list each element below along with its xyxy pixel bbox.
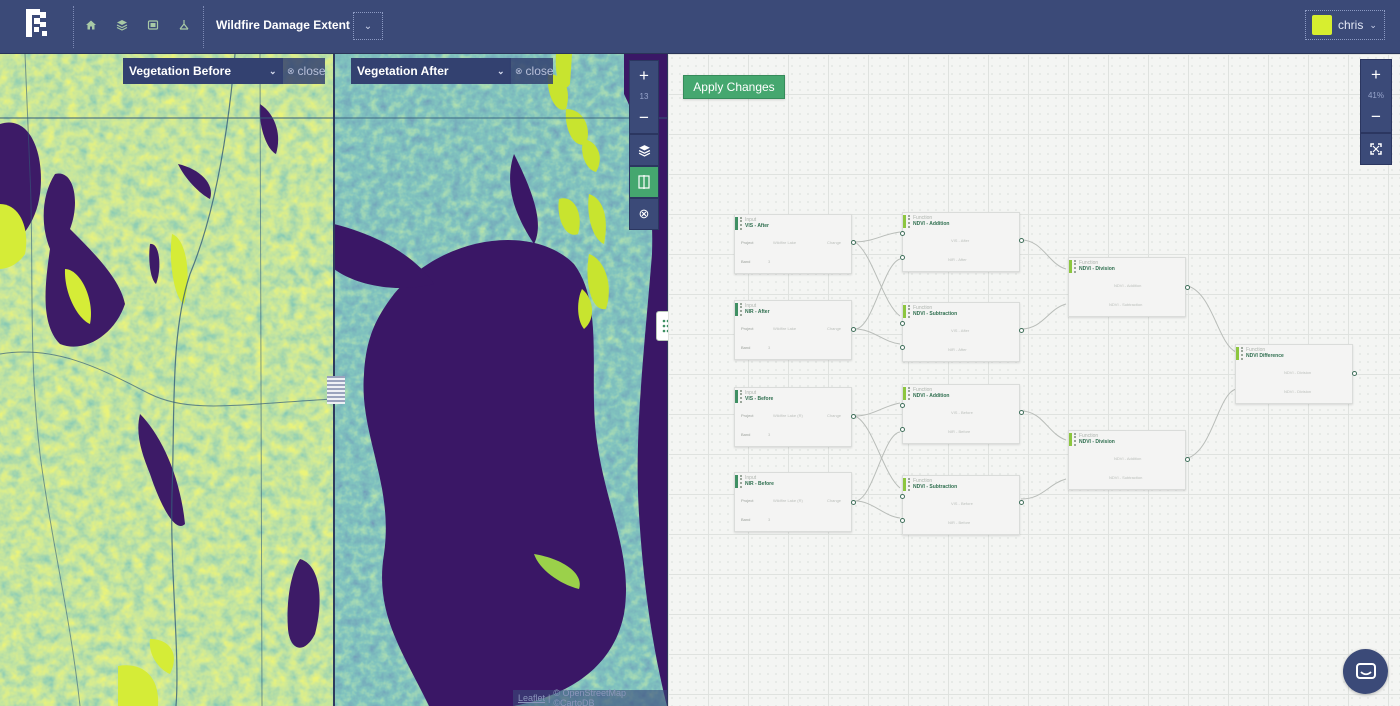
layer-select-after[interactable]: Vegetation After ⌄: [351, 58, 511, 84]
drag-handle-icon[interactable]: [908, 478, 910, 491]
input-port[interactable]: [900, 494, 905, 499]
plus-icon: +: [639, 66, 649, 85]
output-port[interactable]: [851, 500, 856, 505]
map-view[interactable]: Vegetation Before ⌄ ⊗ close Vegetation A…: [0, 54, 667, 706]
attribution-credit: © OpenStreetMap ©CartoDB: [553, 688, 627, 706]
chat-icon: [1355, 662, 1376, 679]
input-port[interactable]: [900, 518, 905, 523]
node-function[interactable]: Function NDVI - Subtraction VIS - Before…: [900, 475, 1024, 535]
lab-icon[interactable]: [175, 16, 193, 34]
zoom-in-button[interactable]: +: [630, 61, 658, 91]
output-port[interactable]: [851, 414, 856, 419]
close-label: close: [525, 64, 554, 78]
layer-select-label: Vegetation Before: [129, 64, 232, 78]
drag-handle-icon[interactable]: [740, 390, 742, 403]
node-input[interactable]: Input NIR - After Project Wildfire Lake …: [734, 300, 856, 360]
split-drag-handle[interactable]: [327, 376, 345, 404]
output-port[interactable]: [851, 327, 856, 332]
app-logo[interactable]: [26, 9, 52, 37]
output-port[interactable]: [1019, 238, 1024, 243]
output-port[interactable]: [1185, 457, 1190, 462]
node-function[interactable]: Function NDVI - Division NDVI - Addition…: [1068, 430, 1190, 490]
compare-mode-button[interactable]: [630, 167, 658, 197]
chevron-down-icon: ⌄: [363, 20, 373, 32]
project-menu-button[interactable]: ⌄: [353, 12, 383, 40]
map-controls: + 13 − ⊗: [629, 60, 659, 230]
input-port[interactable]: [900, 427, 905, 432]
close-circle-icon: ⊗: [287, 65, 295, 76]
user-name: chris: [1338, 18, 1364, 32]
drag-handle-icon[interactable]: [740, 475, 742, 488]
top-bar: Wildfire Damage Extent ⌄ chris ⌄: [0, 0, 1400, 54]
output-port[interactable]: [851, 240, 856, 245]
split-view-icon: [638, 175, 650, 189]
input-port[interactable]: [900, 255, 905, 260]
chevron-down-icon: ⌄: [1369, 19, 1377, 30]
divider: [203, 6, 204, 48]
node-input[interactable]: Input VIS - After Project Wildfire Lake …: [734, 214, 856, 274]
input-port[interactable]: [900, 345, 905, 350]
drag-handle-icon[interactable]: [1074, 433, 1076, 446]
drag-handle-icon[interactable]: [908, 387, 910, 400]
avatar: [1312, 15, 1332, 35]
close-layer-after-button[interactable]: ⊗ close: [509, 58, 554, 84]
leaflet-link[interactable]: Leaflet: [518, 693, 545, 703]
drag-handle-icon[interactable]: [740, 303, 742, 316]
node-function[interactable]: Function NDVI Difference NDVI - Division…: [1235, 344, 1357, 404]
layers-icon: [638, 144, 650, 157]
zoom-out-button[interactable]: −: [630, 103, 658, 133]
layers-button[interactable]: [630, 135, 658, 165]
output-port[interactable]: [1019, 410, 1024, 415]
drag-handle-icon[interactable]: [740, 217, 742, 230]
lab-canvas[interactable]: Apply Changes + 41% − Input VIS - After …: [668, 54, 1400, 706]
chevron-down-icon: ⌄: [497, 65, 505, 76]
input-port[interactable]: [900, 321, 905, 326]
chevron-down-icon: ⌄: [269, 65, 277, 76]
close-layer-before-button[interactable]: ⊗ close: [281, 58, 326, 84]
minus-icon: −: [639, 108, 649, 127]
output-port[interactable]: [1019, 328, 1024, 333]
layer-select-label: Vegetation After: [357, 64, 449, 78]
project-title: Wildfire Damage Extent: [216, 18, 350, 32]
node-function[interactable]: Function NDVI - Addition VIS - After NIR…: [900, 212, 1024, 272]
chat-button[interactable]: [1343, 649, 1388, 694]
map-pane-after[interactable]: [334, 54, 667, 706]
imports-icon[interactable]: [144, 16, 162, 34]
zoom-level: 13: [639, 92, 649, 101]
map-pane-before[interactable]: [0, 54, 334, 706]
node-function[interactable]: Function NDVI - Division NDVI - Addition…: [1068, 257, 1190, 317]
change-link[interactable]: Change: [827, 326, 841, 331]
output-port[interactable]: [1185, 285, 1190, 290]
home-icon[interactable]: [82, 16, 100, 34]
close-label: close: [297, 64, 326, 78]
node-function[interactable]: Function NDVI - Addition VIS - Before NI…: [900, 384, 1024, 444]
divider: [73, 6, 74, 48]
layer-select-before[interactable]: Vegetation Before ⌄: [123, 58, 283, 84]
node-input[interactable]: Input VIS - Before Project Wildfire Lake…: [734, 387, 856, 447]
clear-button[interactable]: ⊗: [630, 199, 658, 229]
output-port[interactable]: [1352, 371, 1357, 376]
drag-handle-icon[interactable]: [1241, 347, 1243, 360]
user-menu[interactable]: chris ⌄: [1305, 10, 1385, 40]
change-link[interactable]: Change: [827, 498, 841, 503]
close-circle-icon: ⊗: [515, 65, 523, 76]
layers-icon[interactable]: [113, 16, 131, 34]
input-port[interactable]: [900, 231, 905, 236]
drag-handle-icon[interactable]: [908, 305, 910, 318]
close-circle-icon: ⊗: [638, 206, 650, 221]
input-port[interactable]: [900, 403, 905, 408]
output-port[interactable]: [1019, 500, 1024, 505]
node-function[interactable]: Function NDVI - Subtraction VIS - After …: [900, 302, 1024, 362]
change-link[interactable]: Change: [827, 413, 841, 418]
node-input[interactable]: Input NIR - Before Project Wildfire Lake…: [734, 472, 856, 532]
drag-handle-icon[interactable]: [908, 215, 910, 228]
drag-handle-icon[interactable]: [1074, 260, 1076, 273]
map-attribution: Leaflet | © OpenStreetMap ©CartoDB: [513, 688, 667, 706]
change-link[interactable]: Change: [827, 240, 841, 245]
